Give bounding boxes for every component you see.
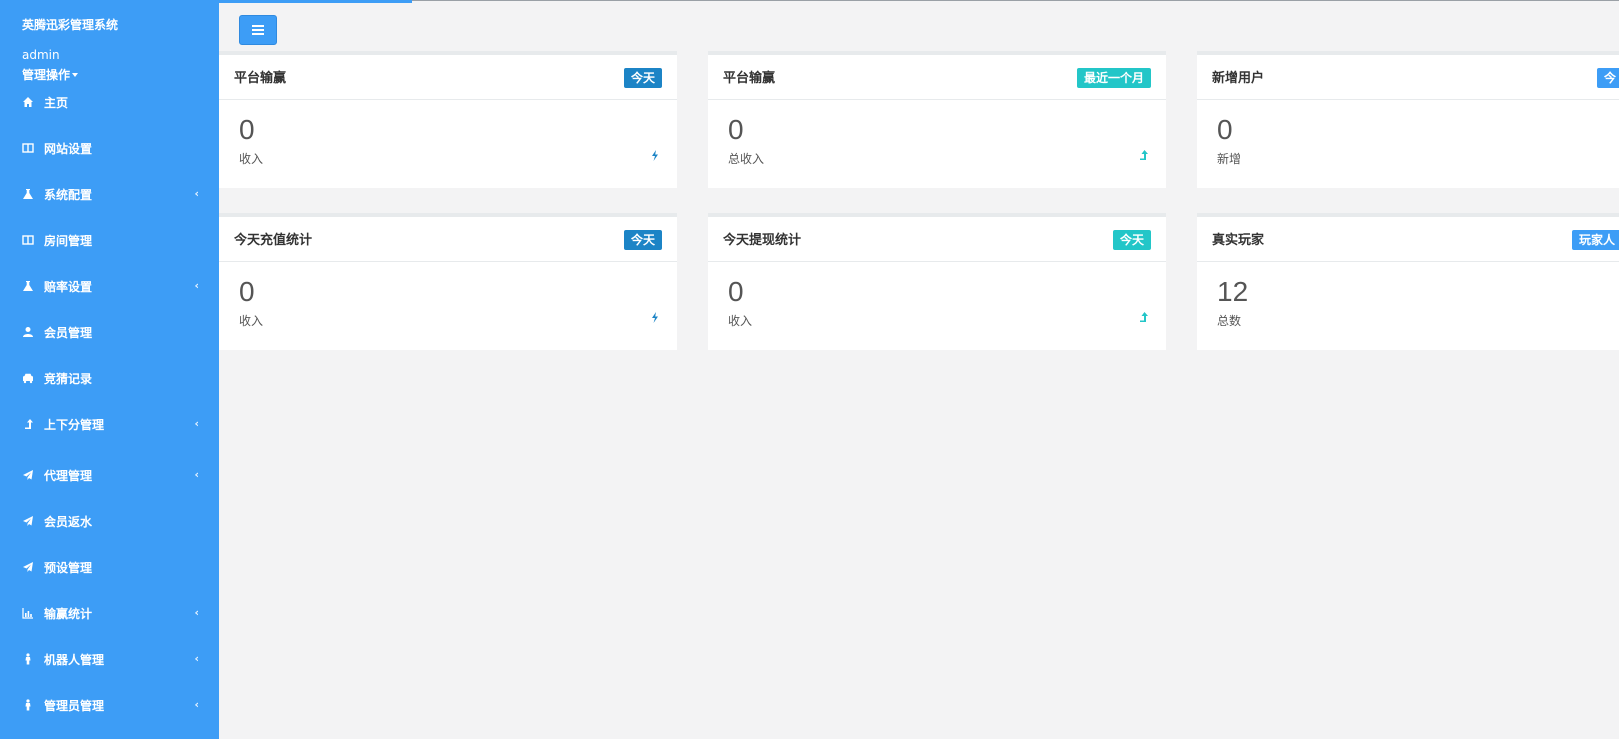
stat-card-recharge-today: 今天充值统计 今天 0 收入 [219,213,677,350]
card-title: 平台输赢 [723,71,776,86]
paper-plane-icon [21,468,35,482]
sidebar-item-label: 上下分管理 [44,417,105,432]
card-value: 0 [1217,114,1233,145]
card-label: 收入 [239,152,264,166]
sidebar-item-home[interactable]: 主页 [0,82,219,122]
period-badge: 最近一个月 [1076,68,1151,88]
flask-icon [21,279,35,293]
sidebar-toggle-button[interactable] [239,15,277,45]
sidebar-item-label: 主页 [44,95,69,110]
sidebar-item-agents[interactable]: 代理管理 ‹ [0,455,219,495]
sidebar-item-admins[interactable]: 管理员管理 ‹ [0,685,219,725]
columns-icon [21,233,35,247]
sidebar-item-label: 竞猜记录 [44,371,93,386]
card-value: 0 [728,276,744,307]
stat-card-withdraw-today: 今天提现统计 今天 0 收入 [708,213,1166,350]
caret-down-icon [72,73,79,77]
sidebar-item-rebate[interactable]: 会员返水 [0,501,219,541]
loading-bar [219,0,412,3]
sidebar-item-bet-records[interactable]: 竞猜记录 [0,358,219,398]
chevron-left-icon: ‹ [194,187,199,200]
sidebar-item-label: 机器人管理 [44,652,105,667]
card-value: 0 [239,114,255,145]
bolt-icon [651,312,659,326]
level-up-icon [1139,312,1148,326]
sidebar-item-members[interactable]: 会员管理 [0,312,219,352]
card-title: 平台输赢 [234,71,287,86]
bolt-icon [651,150,659,164]
sidebar-item-label: 房间管理 [44,233,93,248]
chevron-left-icon: ‹ [194,698,199,711]
card-label: 收入 [728,314,753,328]
card-value: 0 [239,276,255,307]
sidebar-item-label: 管理员管理 [44,698,105,713]
card-label: 收入 [239,314,264,328]
stat-card-platform-month: 平台输赢 最近一个月 0 总收入 [708,51,1166,188]
admin-username: admin [22,48,60,62]
chevron-left-icon: ‹ [194,468,199,481]
home-icon [21,95,35,109]
card-value: 0 [728,114,744,145]
card-label: 总收入 [728,152,765,166]
sidebar-item-rooms[interactable]: 房间管理 [0,220,219,260]
sidebar-item-label: 赔率设置 [44,279,93,294]
chevron-left-icon: ‹ [194,279,199,292]
hamburger-icon [252,29,264,31]
admin-ops-label: 管理操作 [22,68,71,82]
period-badge: 今天 [1112,230,1151,250]
sidebar-item-win-loss-stats[interactable]: 输赢统计 ‹ [0,593,219,633]
chevron-left-icon: ‹ [194,417,199,430]
sidebar-item-credit[interactable]: 上下分管理 ‹ [0,404,219,444]
bar-chart-icon [21,606,35,620]
card-title: 真实玩家 [1212,233,1265,248]
sidebar-item-label: 代理管理 [44,468,93,483]
level-up-icon [21,417,35,431]
paper-plane-icon [21,514,35,528]
period-badge: 今天 [623,230,662,250]
sidebar-item-label: 预设管理 [44,560,93,575]
card-label: 总数 [1217,314,1242,328]
sidebar-item-label: 输赢统计 [44,606,93,621]
card-label: 新增 [1217,152,1242,166]
sidebar-item-presets[interactable]: 预设管理 [0,547,219,587]
stat-card-platform-today: 平台输赢 今天 0 收入 [219,51,677,188]
chevron-left-icon: ‹ [194,652,199,665]
columns-icon [21,141,35,155]
male-icon [21,698,35,712]
chevron-left-icon: ‹ [194,606,199,619]
card-title: 新增用户 [1212,71,1265,86]
sidebar-item-system-config[interactable]: 系统配置 ‹ [0,174,219,214]
card-title: 今天提现统计 [723,233,802,248]
car-icon [21,371,35,385]
sidebar-item-robots[interactable]: 机器人管理 ‹ [0,639,219,679]
sidebar: 英腾迅彩管理系统 admin 管理操作 主页 网站设置 系统配置 ‹ 房间管理 … [0,0,219,739]
stat-card-real-players: 真实玩家 玩家人 12 总数 [1197,213,1619,350]
stat-card-new-users: 新增用户 今 0 新增 [1197,51,1619,188]
sidebar-item-label: 会员返水 [44,514,93,529]
brand-title: 英腾迅彩管理系统 [22,18,119,32]
male-icon [21,652,35,666]
level-up-icon [1139,150,1148,164]
period-badge: 今天 [623,68,662,88]
flask-icon [21,187,35,201]
admin-ops-dropdown[interactable]: 管理操作 [22,67,219,83]
sidebar-item-label: 会员管理 [44,325,93,340]
card-title: 今天充值统计 [234,233,313,248]
user-icon [21,325,35,339]
card-value: 12 [1217,276,1249,307]
period-badge: 今 [1597,68,1619,88]
paper-plane-icon [21,560,35,574]
brand-block: 英腾迅彩管理系统 admin 管理操作 [0,0,219,83]
period-badge: 玩家人 [1572,230,1619,250]
sidebar-item-label: 系统配置 [44,187,93,202]
sidebar-item-label: 网站设置 [44,141,93,156]
sidebar-item-odds[interactable]: 赔率设置 ‹ [0,266,219,306]
sidebar-item-site-settings[interactable]: 网站设置 [0,128,219,168]
